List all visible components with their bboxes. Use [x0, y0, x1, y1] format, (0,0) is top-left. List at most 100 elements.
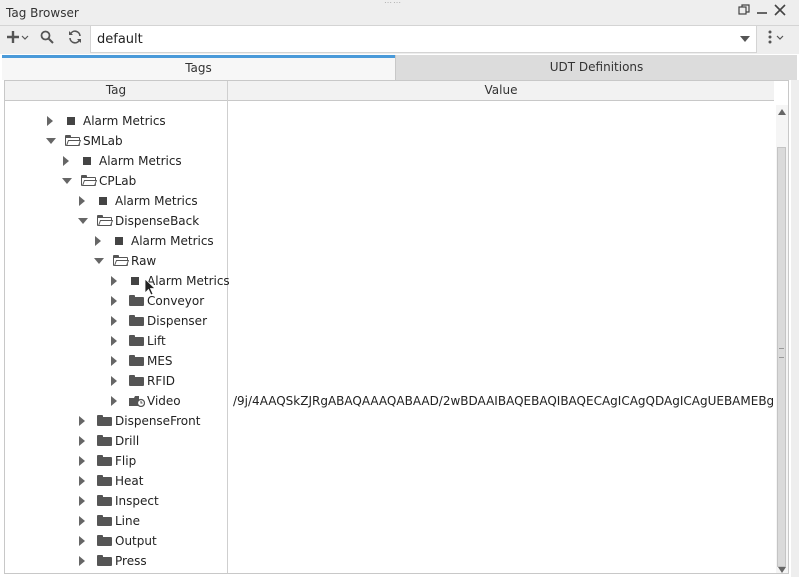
chevron-right-icon[interactable] [79, 416, 85, 426]
grip-icon [779, 348, 784, 358]
chevron-right-icon[interactable] [63, 156, 69, 166]
tree-row-label: DispenseFront [115, 414, 201, 428]
restore-icon[interactable] [736, 4, 752, 22]
tree-row[interactable]: Inspect [5, 491, 227, 511]
chevron-right-icon[interactable] [111, 276, 117, 286]
chevron-right-icon[interactable] [79, 196, 85, 206]
tree-row[interactable]: Press [5, 551, 227, 571]
tab-tags[interactable]: Tags [2, 55, 395, 80]
tree-row[interactable]: Conveyor [5, 291, 227, 311]
chevron-right-icon[interactable] [79, 556, 85, 566]
tree-row[interactable]: Lift [5, 331, 227, 351]
folder-icon [129, 335, 144, 346]
tree-row-label: Output [115, 534, 157, 548]
tree-row[interactable]: Alarm Metrics [5, 111, 227, 131]
close-icon[interactable] [772, 4, 788, 22]
chevron-down-icon[interactable] [94, 258, 104, 264]
vertical-scrollbar[interactable] [776, 105, 788, 573]
chevron-down-icon[interactable] [78, 218, 88, 224]
chevron-down-icon[interactable] [62, 178, 72, 184]
tree-row[interactable]: Drill [5, 431, 227, 451]
search-icon [40, 30, 54, 44]
tab-udt-definitions[interactable]: UDT Definitions [395, 55, 797, 80]
folder-open-icon [113, 255, 130, 266]
folder-icon [97, 555, 112, 566]
chevron-right-icon[interactable] [111, 396, 117, 406]
tree-row-label: MES [147, 354, 173, 368]
chevron-right-icon[interactable] [111, 376, 117, 386]
tree-row[interactable]: Alarm Metrics [5, 271, 230, 291]
tree-row[interactable]: SMLab [5, 131, 227, 151]
tree-row-label: CPLab [99, 174, 137, 188]
chevron-right-icon[interactable] [79, 536, 85, 546]
tree-row[interactable]: Alarm Metrics [5, 191, 227, 211]
folder-icon [97, 535, 112, 546]
chevron-right-icon[interactable] [111, 316, 117, 326]
tree-row[interactable]: Dispenser [5, 311, 227, 331]
options-menu-button[interactable] [764, 29, 788, 51]
tree-row-label: Flip [115, 454, 137, 468]
window-title: Tag Browser [6, 6, 79, 20]
udt-instance-icon [129, 395, 146, 410]
tree-row[interactable]: Flip [5, 451, 227, 471]
tag-provider-select[interactable]: default [90, 25, 757, 53]
folder-icon [129, 295, 144, 306]
tree-row[interactable]: DispenseBack [5, 211, 227, 231]
scroll-up-icon[interactable] [778, 109, 786, 115]
tree-row-label: Press [115, 554, 147, 568]
tree-row[interactable]: Video [5, 391, 227, 411]
column-header-value[interactable]: Value [228, 81, 774, 101]
folder-icon [129, 355, 144, 366]
tree-row[interactable]: Line [5, 511, 227, 531]
chevron-right-icon[interactable] [111, 356, 117, 366]
tree-row[interactable]: Alarm Metrics [5, 231, 227, 251]
folder-icon [129, 375, 144, 386]
tree-row-label: Lift [147, 334, 166, 348]
minimize-icon[interactable] [754, 4, 770, 22]
drag-handle-icon[interactable]: ⋯⋯ [384, 0, 402, 7]
tree-row-label: SMLab [83, 134, 123, 148]
chevron-right-icon[interactable] [111, 296, 117, 306]
tree-row[interactable]: Output [5, 531, 227, 551]
chevron-down-icon[interactable] [46, 138, 56, 144]
scroll-down-icon[interactable] [778, 567, 786, 573]
tree-row[interactable]: Heat [5, 471, 227, 491]
search-button[interactable] [38, 29, 56, 51]
tag-provider-value: default [97, 32, 143, 47]
tree-row[interactable]: Raw [5, 251, 227, 271]
chevron-right-icon[interactable] [95, 236, 101, 246]
tag-icon [83, 157, 91, 165]
tree-row-label: Video [147, 394, 181, 408]
column-header-tag[interactable]: Tag [5, 81, 227, 101]
chevron-right-icon[interactable] [79, 456, 85, 466]
folder-open-icon [97, 215, 114, 226]
scrollbar-thumb[interactable] [777, 147, 786, 567]
tree-row-label: Alarm Metrics [83, 114, 166, 128]
tree-row[interactable]: Alarm Metrics [5, 151, 227, 171]
tree-row-label: Line [115, 514, 141, 528]
chevron-right-icon[interactable] [111, 336, 117, 346]
folder-icon [97, 415, 112, 426]
tree-row-label: Alarm Metrics [99, 154, 182, 168]
folder-open-icon [65, 135, 82, 146]
chevron-right-icon[interactable] [47, 116, 53, 126]
folder-icon [97, 475, 112, 486]
folder-open-icon [81, 175, 98, 186]
tree-row[interactable]: RFID [5, 371, 227, 391]
add-tag-button[interactable] [6, 29, 32, 51]
refresh-button[interactable] [66, 29, 84, 51]
chevron-right-icon[interactable] [79, 436, 85, 446]
chevron-right-icon[interactable] [79, 496, 85, 506]
chevron-right-icon[interactable] [79, 516, 85, 526]
tree-row[interactable]: MES [5, 351, 227, 371]
tree-row-label: Alarm Metrics [115, 194, 198, 208]
chevron-right-icon[interactable] [79, 476, 85, 486]
tree-row[interactable]: CPLab [5, 171, 227, 191]
refresh-icon [69, 30, 81, 44]
tag-icon [99, 197, 107, 205]
kebab-menu-icon [768, 30, 784, 44]
video-value-cell[interactable]: /9j/4AAQSkZJRgABAQAAAQABAAD/2wBDAAIBAQEB… [233, 394, 773, 408]
folder-icon [97, 495, 112, 506]
tree-row[interactable]: DispenseFront [5, 411, 227, 431]
tree-row-label: Heat [115, 474, 144, 488]
